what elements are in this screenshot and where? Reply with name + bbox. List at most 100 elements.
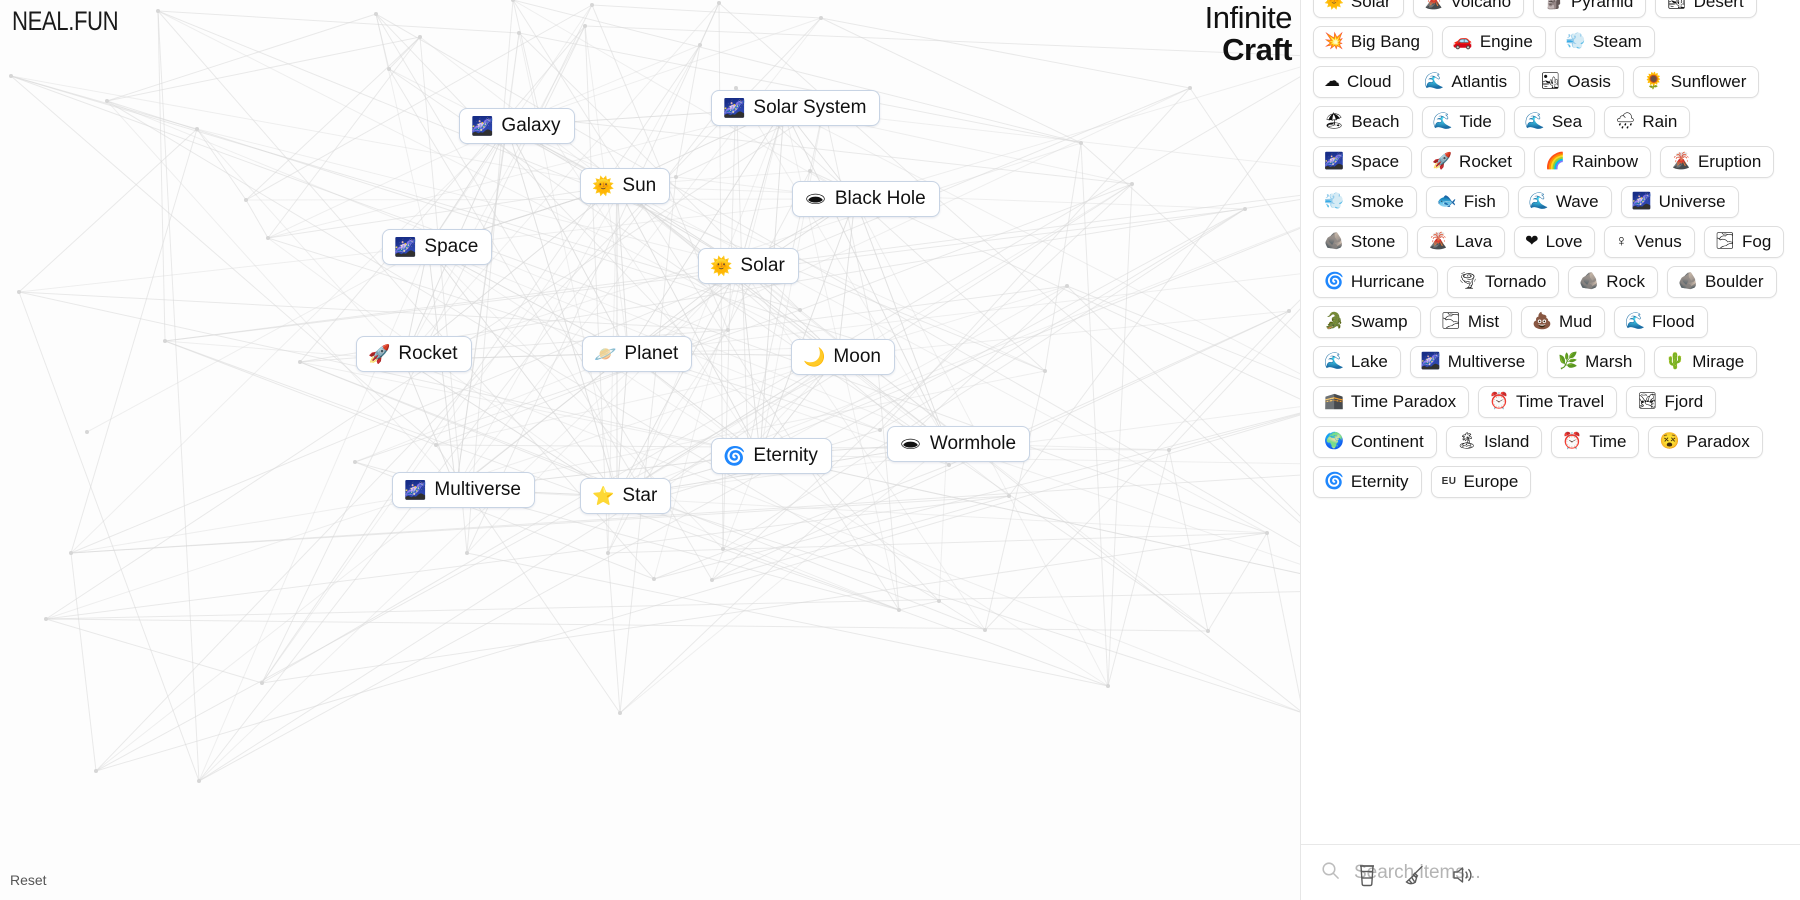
sidebar-item[interactable]: 🌊 Sea — [1513, 106, 1596, 138]
sidebar-item[interactable]: 🌋 Volcano — [1412, 0, 1525, 18]
item-label: Marsh — [1585, 351, 1633, 371]
board-node[interactable]: 🌞 Solar — [698, 248, 799, 284]
item-emoji-icon: 🌀 — [1324, 272, 1344, 290]
sidebar-item[interactable]: 🌈 Rainbow — [1533, 146, 1652, 178]
sidebar-item[interactable]: 💥 Big Bang — [1313, 26, 1433, 58]
sidebar-item[interactable]: 🚀 Rocket — [1421, 146, 1525, 178]
sound-icon[interactable] — [1450, 860, 1476, 890]
sidebar-item[interactable]: 🌊 Tide — [1421, 106, 1505, 138]
node-label: Solar — [740, 255, 785, 276]
web-anchor-dot — [266, 236, 270, 240]
board-node[interactable]: 🌞 Sun — [580, 168, 671, 204]
sidebar-item[interactable]: 🏜 Oasis — [1529, 66, 1624, 98]
board-node[interactable]: 🕳 Black Hole — [792, 181, 940, 217]
sidebar-item[interactable]: 🏝 Island — [1445, 426, 1543, 458]
item-label: Atlantis — [1451, 71, 1508, 91]
item-label: Volcano — [1450, 0, 1512, 11]
sidebar-item[interactable]: 🕋 Time Paradox — [1313, 386, 1470, 418]
item-emoji-icon: 🌊 — [1432, 112, 1453, 130]
sidebar-item[interactable]: 🌊 Lake — [1313, 346, 1401, 378]
board-node[interactable]: 🌌 Galaxy — [459, 108, 575, 144]
sidebar-item[interactable]: EU Europe — [1430, 466, 1532, 498]
item-emoji-icon: 🌊 — [1528, 192, 1549, 210]
sidebar-item[interactable]: 🐊 Swamp — [1313, 306, 1421, 338]
sidebar-item[interactable]: 🏞 Fjord — [1626, 386, 1717, 418]
board-node[interactable]: 🌀 Eternity — [711, 438, 832, 474]
item-label: Smoke — [1350, 191, 1404, 211]
coffee-icon[interactable] — [1354, 860, 1380, 890]
sidebar-item[interactable]: 🌻 Sunflower — [1632, 66, 1760, 98]
sidebar-item[interactable]: 🌌 Multiverse — [1409, 346, 1539, 378]
node-label: Black Hole — [834, 188, 926, 209]
sidebar-item[interactable]: 🚗 Engine — [1441, 26, 1546, 58]
sidebar-item[interactable]: 🌞 Solar — [1313, 0, 1404, 18]
web-anchor-dot — [434, 443, 438, 447]
sidebar-item[interactable]: 🌋 Lava — [1417, 226, 1506, 258]
board-node[interactable]: ⭐ Star — [580, 478, 672, 514]
sidebar-item[interactable]: 😵 Paradox — [1648, 426, 1763, 458]
item-label: Rain — [1642, 111, 1678, 131]
board-node[interactable]: 🪐 Planet — [582, 336, 693, 372]
item-label: Solar — [1350, 0, 1391, 11]
item-label: Universe — [1658, 191, 1726, 211]
sidebar-item[interactable]: 🌿 Marsh — [1547, 346, 1646, 378]
board-node[interactable]: 🌌 Space — [382, 229, 493, 265]
sidebar-item[interactable]: 🗿 Pyramid — [1533, 0, 1647, 18]
item-label: Beach — [1351, 111, 1400, 131]
sidebar-item[interactable]: 🪨 Stone — [1313, 226, 1409, 258]
web-anchor-dot — [726, 328, 730, 332]
board-node[interactable]: 🕳 Wormhole — [887, 426, 1031, 462]
sidebar-item[interactable]: 🌫 Mist — [1429, 306, 1513, 338]
sidebar-item[interactable]: 🌋 Eruption — [1660, 146, 1775, 178]
sidebar-item[interactable]: 🌌 Space — [1313, 146, 1413, 178]
sidebar-item[interactable]: 💨 Smoke — [1313, 186, 1417, 218]
broom-icon[interactable] — [1402, 860, 1428, 890]
item-emoji-icon: 🪨 — [1678, 272, 1698, 290]
sidebar-item[interactable]: 🏜 Desert — [1655, 0, 1757, 18]
board-node[interactable]: 🌙 Moon — [791, 339, 895, 375]
neal-fun-logo[interactable]: NEAL.FUN — [12, 6, 119, 37]
sidebar-item[interactable]: 🌪 Tornado — [1446, 266, 1560, 298]
board-node[interactable]: 🚀 Rocket — [356, 336, 472, 372]
web-anchor-dot — [652, 577, 656, 581]
crafting-board[interactable]: NEAL.FUN 🌌 Galaxy 🌌 Solar System 🌞 Sun 🕳 Black … — [0, 0, 1500, 900]
sidebar-item[interactable]: 💩 Mud — [1521, 306, 1606, 338]
sidebar-item[interactable]: ⏰ Time Travel — [1478, 386, 1618, 418]
sidebar-item[interactable]: 🌵 Mirage — [1654, 346, 1758, 378]
web-anchor-dot — [374, 12, 378, 16]
sidebar-item[interactable]: 🐟 Fish — [1425, 186, 1509, 218]
sidebar-item[interactable]: 🪨 Rock — [1568, 266, 1659, 298]
sidebar-item[interactable]: 🌊 Flood — [1614, 306, 1708, 338]
sidebar-item[interactable]: 🌊 Atlantis — [1413, 66, 1521, 98]
web-anchor-dot — [674, 175, 678, 179]
sidebar-item[interactable]: 🌀 Eternity — [1313, 466, 1422, 498]
web-anchor-dot — [710, 578, 714, 582]
sidebar-item[interactable]: 🌫 Fog — [1703, 226, 1785, 258]
web-anchor-dot — [44, 617, 48, 621]
sidebar-item[interactable]: ⏰ Time — [1551, 426, 1640, 458]
web-anchor-dot — [819, 16, 823, 20]
item-emoji-icon: 🐊 — [1324, 312, 1344, 330]
items-scroll-area[interactable]: 🏜 Desert 🗿 Pyramid 🌋 Volcano 🌞 Solar 💨 Steam 🚗 Engi… — [1301, 0, 1800, 844]
sidebar-item[interactable]: 🌍 Continent — [1313, 426, 1437, 458]
sidebar-item[interactable]: 🌀 Hurricane — [1313, 266, 1438, 298]
sidebar-item[interactable]: 🌌 Universe — [1620, 186, 1739, 218]
sidebar-item[interactable]: ☁ Cloud — [1313, 66, 1405, 98]
sidebar-item[interactable]: 🪨 Boulder — [1667, 266, 1777, 298]
sidebar-item[interactable]: 🌊 Wave — [1517, 186, 1612, 218]
web-anchor-dot — [983, 628, 987, 632]
sidebar-item[interactable]: ♀ Venus — [1604, 226, 1695, 258]
item-emoji-icon: 🌀 — [1324, 472, 1344, 490]
web-anchor-dot — [298, 360, 302, 364]
reset-button[interactable]: Reset — [10, 872, 47, 888]
sidebar-item[interactable]: 🏖 Beach — [1313, 106, 1413, 138]
sidebar-item[interactable]: 💨 Steam — [1554, 26, 1655, 58]
board-node[interactable]: 🌌 Solar System — [711, 90, 881, 126]
board-node[interactable]: 🌌 Multiverse — [392, 472, 535, 508]
web-anchor-dot — [511, 0, 515, 2]
sidebar-item[interactable]: 🌧 Rain — [1604, 106, 1691, 138]
item-label: Europe — [1463, 471, 1519, 491]
item-label: Big Bang — [1350, 31, 1420, 51]
sidebar-item[interactable]: ❤ Love — [1514, 226, 1596, 258]
item-emoji-icon: 🏜 — [1666, 0, 1687, 10]
